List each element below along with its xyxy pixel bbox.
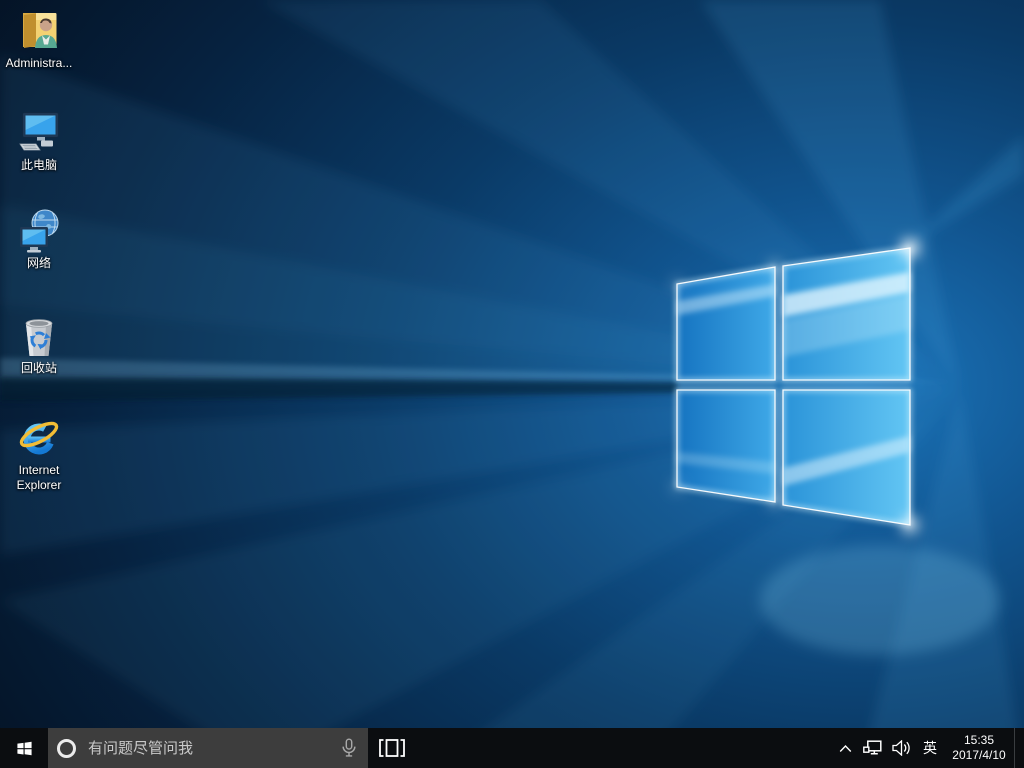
desktop-icon-internet-explorer[interactable]: Internet Explorer — [0, 413, 78, 493]
clock-time: 15:35 — [964, 733, 994, 748]
clock-date: 2017/4/10 — [952, 748, 1005, 763]
speaker-icon — [892, 740, 911, 756]
desktop-icon-label: 回收站 — [0, 361, 78, 376]
this-pc-icon — [15, 108, 63, 156]
desktop-icon-network[interactable]: 网络 — [0, 206, 78, 271]
chevron-up-icon — [839, 744, 852, 753]
desktop-icon-this-pc[interactable]: 此电脑 — [0, 108, 78, 173]
desktop-icon-label: 网络 — [0, 256, 78, 271]
task-view-button[interactable] — [368, 728, 416, 768]
desktop-icon-label: Administra... — [0, 56, 78, 71]
wallpaper-windows-hero — [0, 0, 1024, 768]
start-button[interactable] — [0, 728, 48, 768]
desktop-icon-administrator[interactable]: Administra... — [0, 6, 78, 71]
show-hidden-icons-button[interactable] — [832, 728, 858, 768]
cortana-ring-icon — [57, 739, 76, 758]
task-view-icon — [379, 739, 405, 757]
user-folder-icon — [15, 6, 63, 54]
network-icon — [15, 206, 63, 254]
windows-10-desktop: Administra... 此电脑 网络 — [0, 0, 1024, 768]
microphone-icon[interactable] — [340, 738, 358, 758]
system-tray: 英 15:35 2017/4/10 — [832, 728, 1024, 768]
windows-logo-icon — [16, 740, 33, 757]
taskbar-empty-area — [416, 728, 832, 768]
cortana-search-box[interactable] — [48, 728, 368, 768]
search-input[interactable] — [86, 739, 340, 758]
desktop-icon-recycle-bin[interactable]: 回收站 — [0, 311, 78, 376]
recycle-bin-icon — [15, 311, 63, 359]
show-desktop-button[interactable] — [1014, 728, 1024, 768]
language-indicator[interactable]: 英 — [916, 728, 944, 768]
ethernet-network-icon — [863, 740, 882, 757]
internet-explorer-icon — [15, 413, 63, 461]
taskbar: 英 15:35 2017/4/10 — [0, 728, 1024, 768]
desktop-icon-label: 此电脑 — [0, 158, 78, 173]
volume-tray-button[interactable] — [886, 728, 916, 768]
network-tray-button[interactable] — [858, 728, 886, 768]
clock[interactable]: 15:35 2017/4/10 — [944, 728, 1014, 768]
desktop-icon-label: Internet Explorer — [0, 463, 78, 493]
